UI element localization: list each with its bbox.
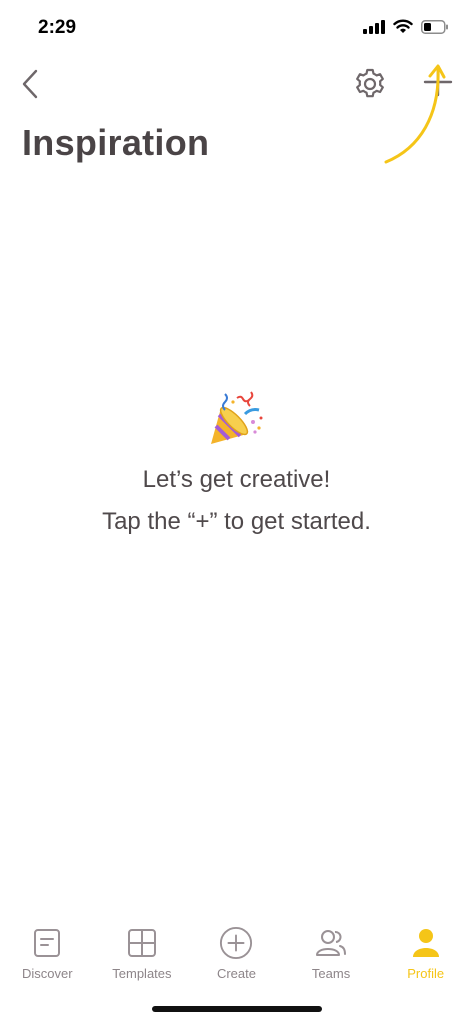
home-indicator (152, 1006, 322, 1012)
tab-label: Create (216, 966, 256, 981)
tab-profile[interactable]: Profile (378, 918, 473, 998)
status-icons (363, 19, 449, 34)
party-popper-icon (210, 391, 262, 444)
empty-state-hint: Tap the “+” to get started. (102, 508, 371, 535)
tab-label: Teams (311, 966, 351, 981)
tab-bar: Discover Templates Create Teams Profile (0, 918, 473, 998)
chevron-left-icon (22, 69, 38, 99)
page-title: Inspiration (22, 122, 210, 163)
status-time: 2:29 (38, 17, 77, 38)
plus-circle-icon (219, 926, 253, 960)
tab-create[interactable]: Create (189, 918, 284, 998)
tab-label: Profile (407, 966, 445, 981)
cellular-signal-icon (363, 19, 385, 34)
tab-discover[interactable]: Discover (0, 918, 95, 998)
empty-state: Let’s get creative! Tap the “+” to get s… (0, 388, 473, 536)
plus-icon (423, 67, 453, 97)
tab-label: Discover (22, 966, 73, 981)
empty-state-heading: Let’s get creative! (142, 466, 331, 493)
back-button[interactable] (14, 64, 46, 104)
settings-button[interactable] (350, 64, 390, 104)
tab-teams[interactable]: Teams (284, 918, 379, 998)
tab-label: Templates (112, 966, 172, 981)
people-icon (314, 926, 348, 960)
grid-icon (125, 926, 159, 960)
screen: 2:29 Inspiration Let’s get creative! Tap… (0, 0, 473, 1024)
document-icon (30, 926, 64, 960)
wifi-icon (393, 19, 413, 33)
status-bar: 2:29 (0, 0, 473, 56)
tab-templates[interactable]: Templates (95, 918, 190, 998)
person-icon (409, 926, 443, 960)
gear-icon (356, 68, 384, 98)
add-button[interactable] (418, 62, 458, 102)
battery-icon (421, 19, 448, 34)
